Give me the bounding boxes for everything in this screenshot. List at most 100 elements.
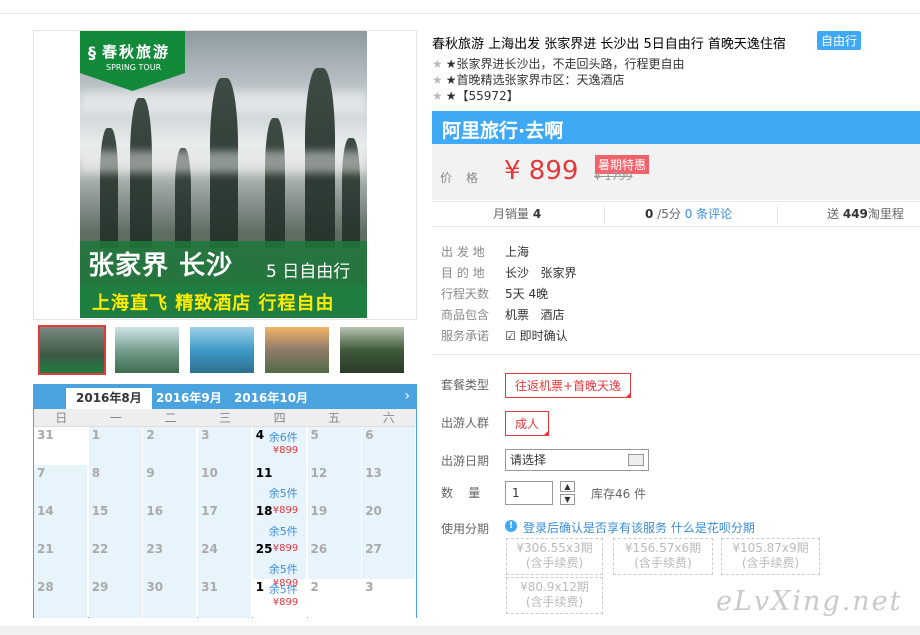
calendar-day: 15 [88, 503, 143, 543]
free-travel-tag: 自由行 [817, 31, 862, 50]
day-number: 24 [201, 542, 218, 556]
login-link[interactable]: 登录后确认是否享有该服务 [523, 521, 667, 535]
logo-text-cn: 春秋旅游 [102, 43, 171, 61]
day-price: ¥899 [272, 445, 299, 456]
calendar-day[interactable]: 18 余5件 ¥899 [252, 503, 307, 543]
weekday-header: 日 一 二 三 四 五 六 [34, 409, 416, 427]
day-price: ¥899 [272, 505, 299, 516]
tab-oct[interactable]: 2016年10月 [224, 388, 318, 409]
installment-plan[interactable]: ¥156.57x6期 (含手续费) [613, 538, 713, 575]
info-label: 商品包含 [441, 308, 490, 322]
calendar-icon[interactable] [628, 454, 644, 466]
date-label: 出游日期 [441, 454, 490, 468]
check-icon: ☑ [505, 329, 516, 343]
day-price: ¥899 [272, 543, 299, 554]
banner-subtitle: 5 日自由行 [266, 262, 351, 282]
reviews-link[interactable]: 0 条评论 [685, 207, 732, 221]
package-option[interactable]: 往返机票+首晚天逸 [505, 373, 632, 398]
peak [100, 128, 118, 248]
day-number: 16 [146, 504, 164, 518]
thumbnail-1[interactable] [38, 325, 106, 375]
calendar-day: 12 [307, 465, 362, 505]
info-label: 服务承诺 [441, 329, 490, 343]
calendar-day: 17 [198, 503, 253, 543]
day-number: 11 [255, 466, 273, 480]
day-number: 28 [37, 580, 54, 594]
day-number: 5 [310, 428, 319, 442]
calendar-day: 7 [34, 465, 88, 505]
day-number: 18 [255, 504, 273, 518]
day-price: ¥899 [272, 597, 299, 608]
calendar-day: 1 [88, 427, 143, 467]
feature-line: ★ ★首晚精选张家界市区：天逸酒店 [432, 73, 625, 87]
main-product-image[interactable]: § 春秋旅游 SPRING TOUR 张家界 长沙 5 日自由行 上海直飞 精致… [80, 31, 367, 318]
calendar-header: 2016年8月 2016年9月 2016年10月 › [34, 385, 416, 409]
installment-label: 使用分期 [441, 522, 490, 536]
calendar-day: 3 [198, 427, 253, 467]
tab-sep[interactable]: 2016年9月 [146, 388, 232, 409]
thumbnail-4[interactable] [263, 325, 331, 375]
day-number: 30 [146, 580, 164, 594]
price-label: 价格 [440, 171, 493, 185]
quantity-input[interactable]: 1 [505, 481, 553, 505]
calendar-day: 31 [198, 579, 253, 619]
calendar-day: 8 [88, 465, 143, 505]
day-number: 2 [310, 580, 319, 594]
day-number: 4 [255, 428, 265, 442]
day-number: 10 [201, 466, 218, 480]
star-icon: ★ [432, 57, 443, 71]
calendar-day: 5 [307, 427, 362, 467]
top-divider [0, 13, 920, 14]
installment-plan[interactable]: ¥306.55x3期 (含手续费) [506, 538, 603, 575]
day-number: 9 [146, 466, 155, 480]
calendar-day: 19 [307, 503, 362, 543]
calendar-day: 3 [362, 579, 417, 619]
bottom-bar [0, 626, 920, 635]
stats-divider [777, 206, 778, 224]
huabei-help-link[interactable]: 什么是花呗分期 [671, 521, 755, 535]
feature-line: ★ ★【55972】 [432, 89, 519, 103]
tab-aug[interactable]: 2016年8月 [66, 388, 152, 409]
calendar-day: 2 [143, 427, 198, 467]
thumbnail-2[interactable] [113, 325, 181, 375]
day-number: 13 [365, 466, 382, 480]
day-number: 27 [365, 542, 382, 556]
thumbnail-3[interactable] [188, 325, 256, 375]
calendar-day[interactable]: 1 ¥899 余5件 ¥899 [252, 578, 307, 619]
chevron-down-icon[interactable]: ▼ [560, 494, 575, 505]
day-number: 20 [365, 504, 382, 518]
monthly-sales: 月销量 4 [493, 207, 542, 221]
day-number: 6 [365, 428, 374, 442]
page: § 春秋旅游 SPRING TOUR 张家界 长沙 5 日自由行 上海直飞 精致… [0, 0, 920, 635]
day-number: 3 [201, 428, 210, 442]
thumbnail-5[interactable] [338, 325, 406, 375]
info-label: 出 发 地 [441, 245, 485, 259]
day-number: 29 [91, 580, 109, 594]
day-number: 17 [201, 504, 218, 518]
calendar-day: 21 [34, 541, 88, 581]
day-number: 3 [365, 580, 374, 594]
info-value: 上海 [505, 245, 530, 259]
calendar-day: 29 [88, 579, 143, 619]
chevron-right-icon[interactable]: › [404, 388, 410, 404]
day-number: 19 [310, 504, 328, 518]
group-option[interactable]: 成人 [505, 411, 550, 436]
day-stock: 余5件 [268, 525, 298, 538]
info-label: 目 的 地 [441, 266, 485, 280]
installment-plan[interactable]: ¥105.87x9期 (含手续费) [721, 538, 820, 575]
installment-plan[interactable]: ¥80.9x12期 (含手续费) [506, 577, 603, 614]
chevron-up-icon[interactable]: ▲ [560, 481, 575, 492]
logo-text-en: SPRING TOUR [106, 63, 162, 72]
calendar-day: 31 [34, 427, 88, 467]
day-stock: 余5件 [268, 487, 298, 500]
day-number: 25 [255, 542, 273, 556]
feature-line: ★ ★张家界进长沙出，不走回头路，行程更自由 [432, 57, 685, 71]
banner-slogan: 上海直飞 精致酒店 行程自由 [92, 293, 335, 314]
weekday: 三 [219, 411, 232, 425]
calendar-day: 9 [143, 465, 198, 505]
calendar-day[interactable]: 25 余5件 ¥899 [252, 541, 307, 581]
calendar-day[interactable]: 11 余5件 [252, 465, 307, 505]
day-number: 26 [310, 542, 328, 556]
stats-divider [604, 206, 605, 224]
calendar-day[interactable]: 4 余6件 ¥899 [252, 427, 307, 467]
